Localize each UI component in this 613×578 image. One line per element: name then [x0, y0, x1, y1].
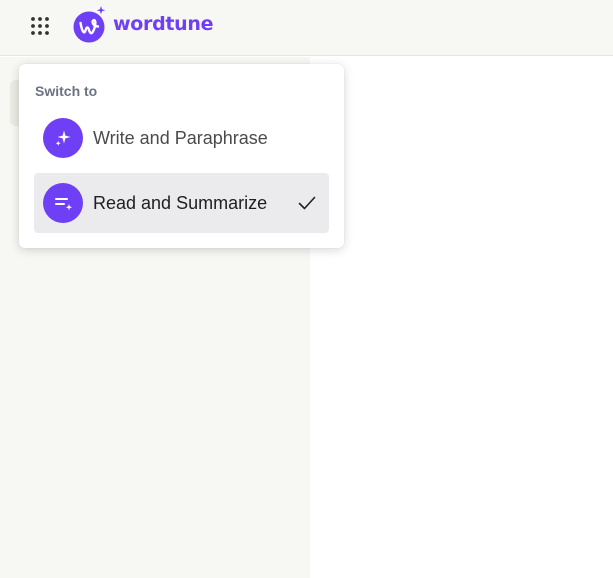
top-bar: wordtune — [0, 0, 613, 56]
menu-item-read-and-summarize[interactable]: Read and Summarize — [34, 173, 329, 233]
main-content-area — [310, 57, 613, 578]
grid-dots-icon — [31, 17, 49, 35]
switcher-heading: Switch to — [35, 83, 98, 99]
apps-menu-button[interactable] — [22, 8, 58, 44]
menu-item-write-and-paraphrase[interactable]: Write and Paraphrase — [34, 108, 329, 168]
sparkles-icon — [43, 118, 83, 158]
checkmark-icon — [298, 196, 316, 210]
wordtune-w-sparkle-icon — [73, 6, 106, 43]
mode-switcher-menu: Switch to Write and Paraphrase Read and … — [19, 64, 344, 248]
summarize-lines-icon — [43, 183, 83, 223]
logo-wordmark: wordtune — [113, 13, 214, 35]
menu-item-label: Write and Paraphrase — [93, 127, 268, 148]
wordtune-logo[interactable]: wordtune — [73, 4, 214, 44]
menu-item-label: Read and Summarize — [93, 192, 268, 213]
